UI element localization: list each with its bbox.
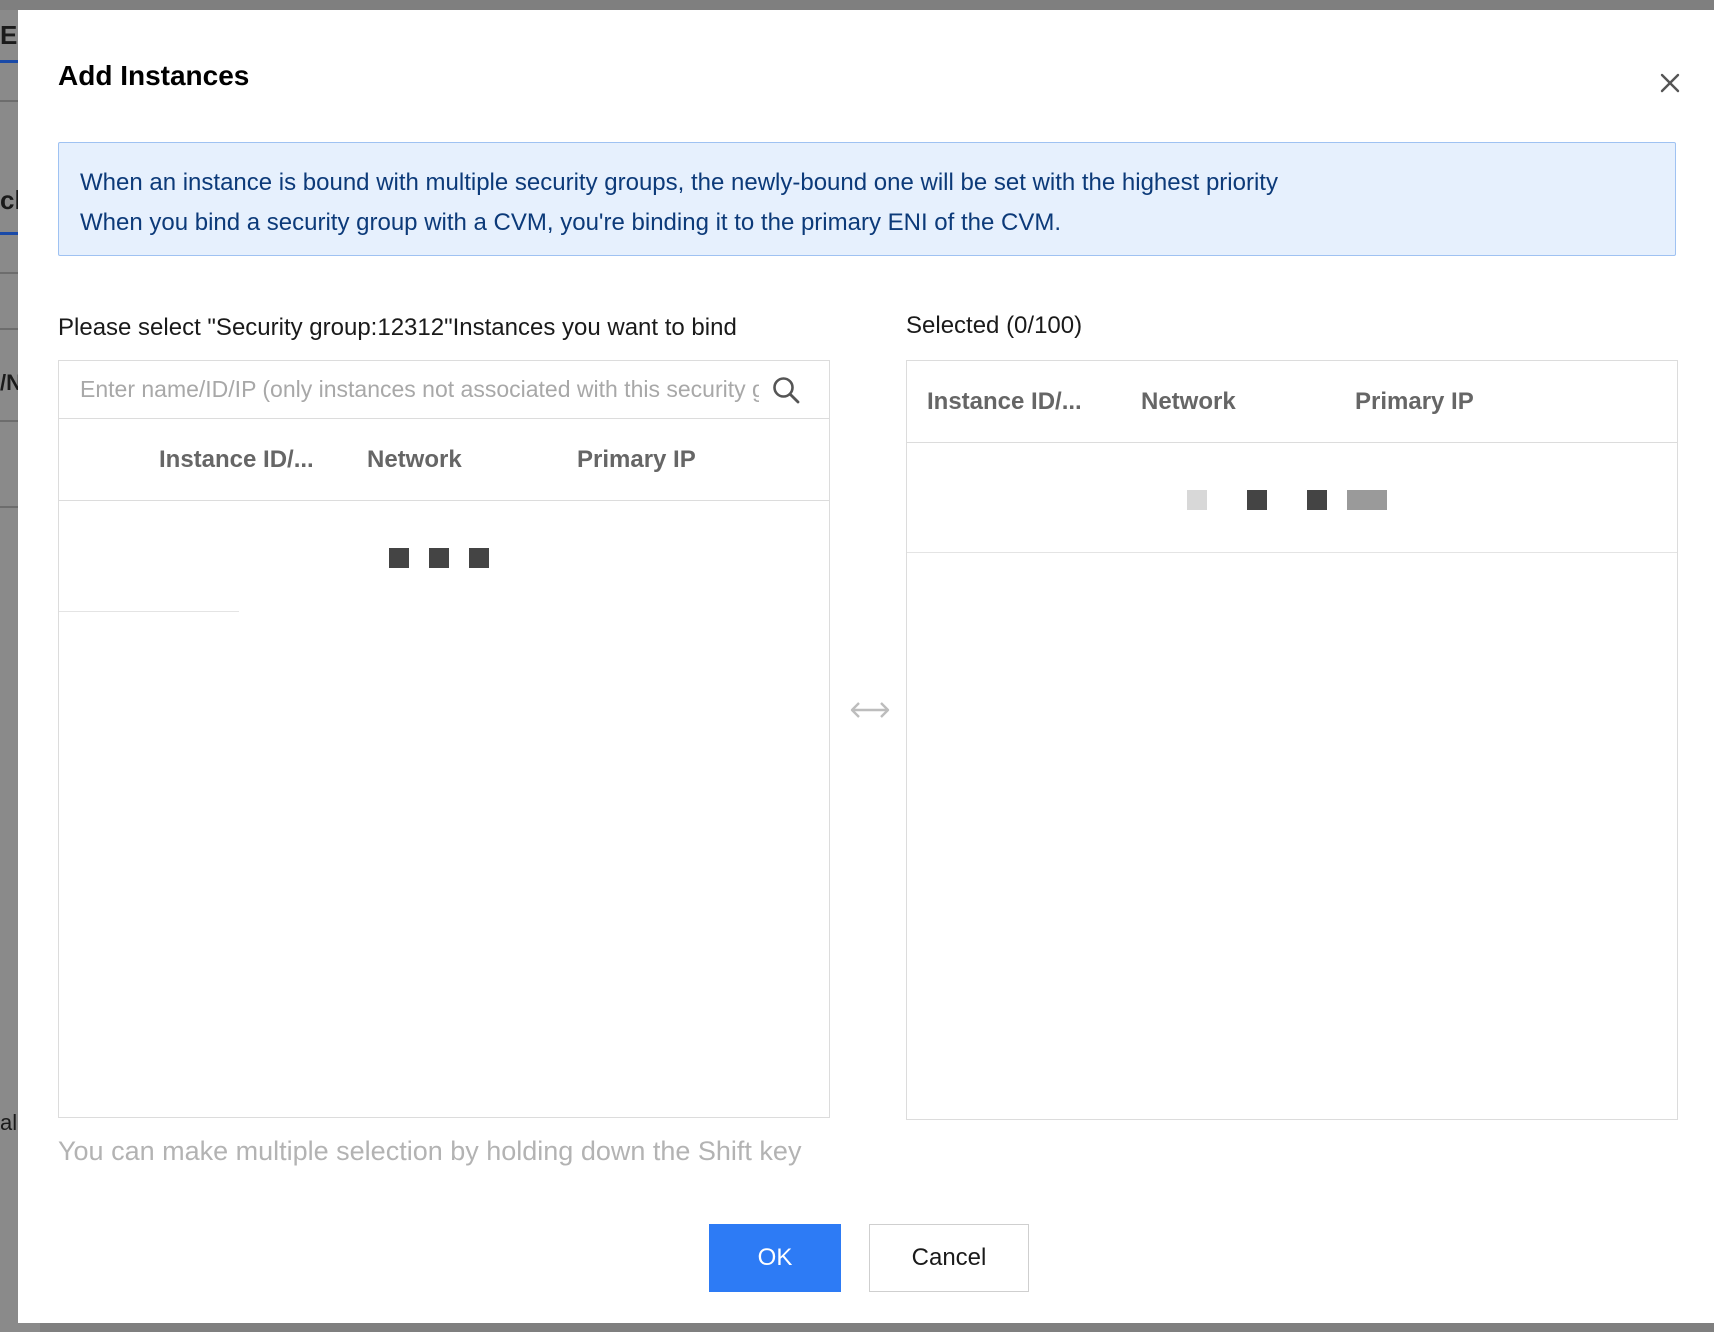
background-text-fragment: /N [0, 370, 18, 395]
add-instances-dialog: Add Instances When an instance is bound … [18, 10, 1714, 1323]
source-table-header: Instance ID/... Network Primary IP [59, 419, 829, 501]
search-box [59, 361, 829, 419]
column-header-primary-ip[interactable]: Primary IP [577, 419, 696, 501]
info-notice: When an instance is bound with multiple … [58, 142, 1676, 256]
selected-list-label: Selected (0/100) [906, 312, 1083, 339]
ok-button[interactable]: OK [709, 1224, 841, 1292]
background-divider [0, 100, 18, 102]
notice-line-priority: When an instance is bound with multiple … [80, 169, 1278, 196]
notice-line-eni: When you bind a security group with a CV… [80, 209, 1062, 236]
shift-selection-hint: You can make multiple selection by holdi… [58, 1136, 802, 1166]
column-header-primary-ip[interactable]: Primary IP [1355, 361, 1474, 443]
search-icon[interactable] [771, 375, 801, 405]
selected-table-header: Instance ID/... Network Primary IP [907, 361, 1677, 443]
background-divider [0, 420, 18, 422]
column-header-network[interactable]: Network [1141, 361, 1236, 443]
background-text-fragment: E [0, 20, 18, 50]
source-instance-panel: Instance ID/... Network Primary IP [58, 360, 830, 1118]
column-header-instance-id[interactable]: Instance ID/... [159, 419, 314, 501]
background-text-fragment: al [0, 1110, 18, 1135]
instance-search-input[interactable] [59, 361, 759, 417]
background-underline [0, 60, 18, 63]
close-icon [1660, 73, 1680, 93]
selected-loading-row [907, 443, 1677, 553]
row-divider [59, 611, 239, 612]
source-loading-row [59, 501, 829, 611]
background-divider [0, 506, 18, 508]
column-header-network[interactable]: Network [367, 419, 462, 501]
source-list-label: Please select "Security group:12312"Inst… [58, 314, 737, 341]
dialog-title: Add Instances [58, 60, 250, 91]
column-header-instance-id[interactable]: Instance ID/... [927, 361, 1082, 443]
background-text-fragment: ch [0, 185, 18, 215]
background-underline [0, 232, 18, 235]
background-divider [0, 328, 18, 330]
cancel-button[interactable]: Cancel [869, 1224, 1029, 1292]
selected-instance-panel: Instance ID/... Network Primary IP [906, 360, 1678, 1120]
background-divider [0, 272, 18, 274]
close-button[interactable] [1652, 65, 1688, 101]
double-arrow-icon [848, 698, 892, 722]
